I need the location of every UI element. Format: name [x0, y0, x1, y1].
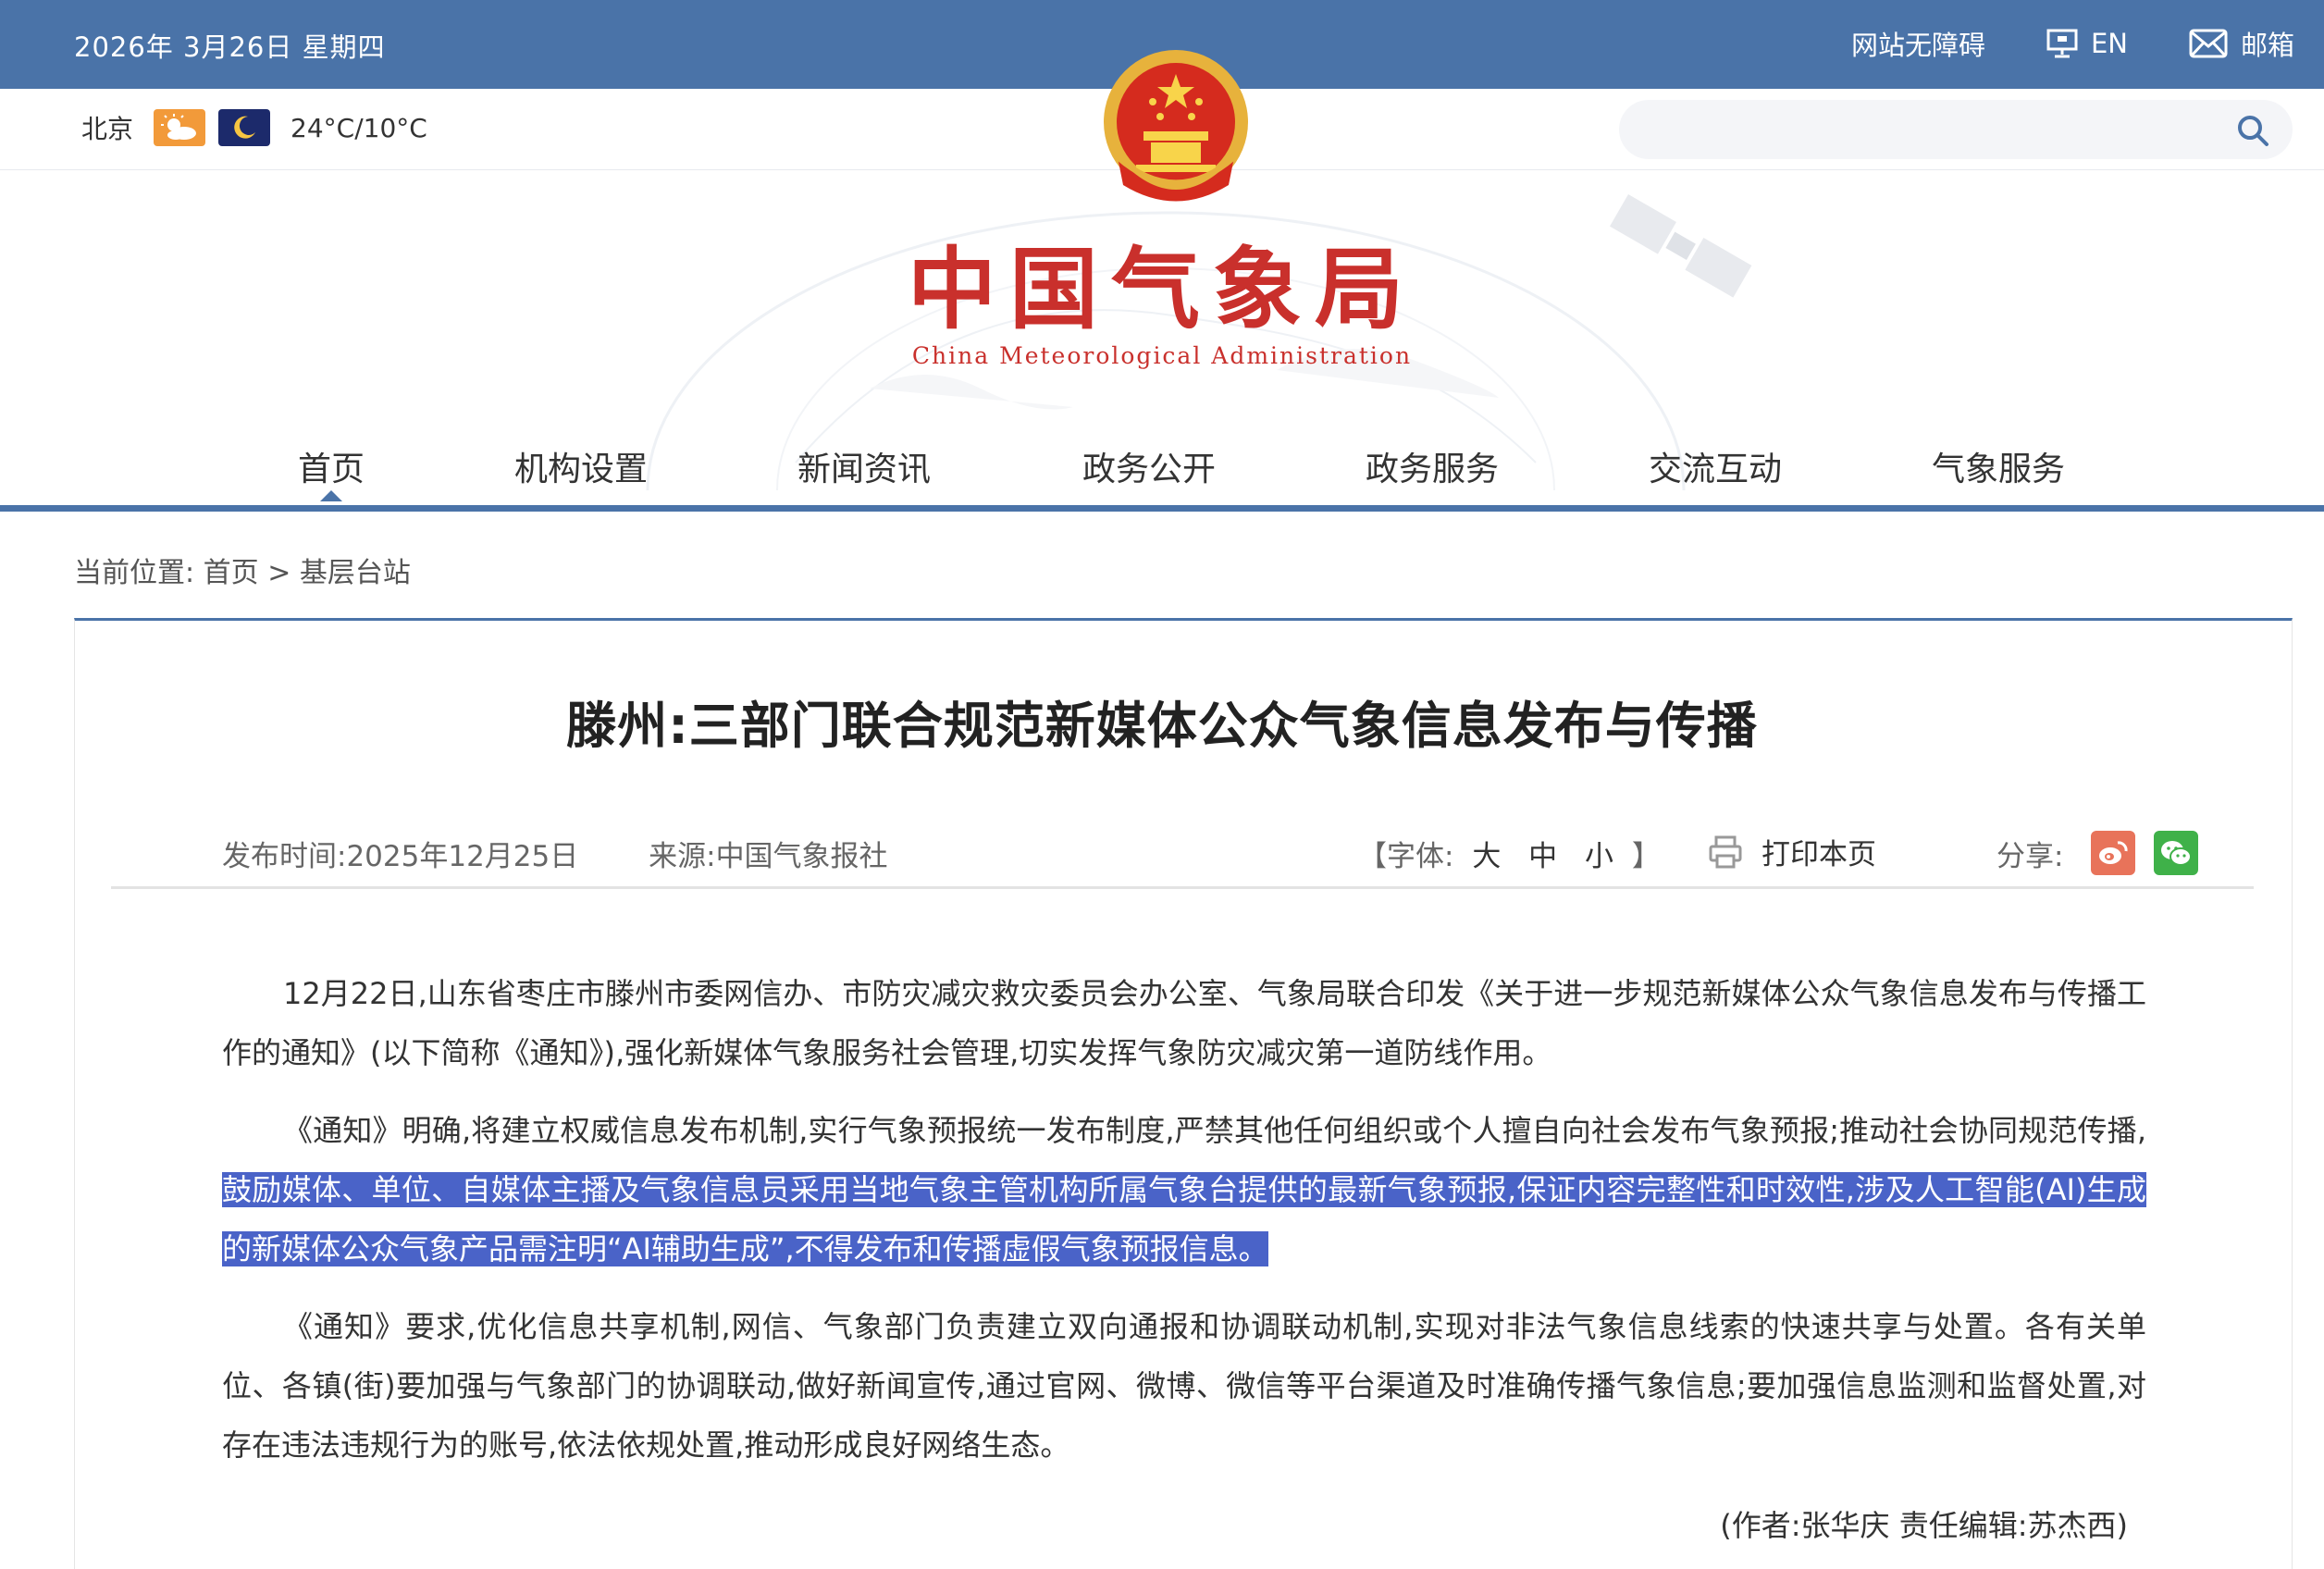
printer-icon [1709, 835, 1742, 868]
breadcrumb-current[interactable]: 基层台站 [300, 557, 411, 589]
breadcrumb-home[interactable]: 首页 [204, 557, 259, 589]
publish-label: 发布时间: [222, 840, 347, 873]
source-value: 中国气象报社 [715, 840, 888, 873]
accessibility-label: 网站无障碍 [1850, 30, 1985, 61]
breadcrumb: 当前位置: 首页 > 基层台站 [74, 550, 411, 590]
font-size-switcher: 【字体: 大 中 小 】 [1358, 833, 1661, 874]
nav-item-government-services[interactable]: 政务服务 [1366, 442, 1499, 490]
article-paragraph-2: 《通知》明确,将建立权威信息发布机制,实行气象预报统一发布制度,严禁其他任何组织… [222, 1101, 2146, 1279]
print-button[interactable]: 打印本页 [1708, 831, 1876, 872]
font-large-button[interactable]: 大 [1472, 840, 1501, 873]
nav-item-government-affairs[interactable]: 政务公开 [1082, 442, 1216, 490]
mail-link[interactable]: 邮箱 [2189, 24, 2294, 63]
article-title: 滕州:三部门联合规范新媒体公众气象信息发布与传播 [566, 697, 1758, 755]
brand-logo[interactable]: 中国气象局 China Meteorological Administratio… [0, 237, 2324, 370]
current-date: 2026年 3月26日 星期四 [74, 31, 386, 63]
article-paragraph-3: 《通知》要求,优化信息共享机制,网信、气象部门负责建立双向通报和协调联动机制,实… [222, 1309, 2146, 1463]
article-paragraph-1: 12月22日,山东省枣庄市滕州市委网信办、市防灾减灾救灾委员会办公室、气象局联合… [222, 976, 2146, 1070]
weibo-share-button[interactable] [2091, 831, 2136, 875]
publish-date: 2025年12月25日 [346, 840, 579, 873]
share-label: 分享: [1996, 839, 2064, 873]
search-input[interactable] [1647, 109, 2202, 150]
top-links: 网站无障碍 EN 邮箱 [1790, 24, 2294, 63]
weather-temperature: 24°C/10°C [290, 112, 427, 143]
print-label: 打印本页 [1762, 838, 1876, 871]
weibo-icon [2099, 841, 2128, 864]
monitor-icon [2046, 29, 2078, 58]
weather-city: 北京 [81, 114, 134, 144]
accessibility-link[interactable]: 网站无障碍 [1851, 24, 1985, 63]
mail-icon [2189, 29, 2228, 58]
partly-cloudy-icon [154, 109, 206, 146]
english-link[interactable]: EN [2046, 28, 2128, 59]
share-bar: 分享: [1996, 831, 2199, 875]
brand-name-en: China Meteorological Administration [911, 342, 1413, 369]
nav-item-news[interactable]: 新闻资讯 [797, 442, 931, 490]
nav-item-home[interactable]: 首页 [298, 442, 365, 490]
font-size-close: 】 [1631, 840, 1661, 873]
moon-icon [218, 109, 271, 146]
font-medium-button[interactable]: 中 [1528, 840, 1557, 873]
nav-item-weather-services[interactable]: 气象服务 [1932, 442, 2065, 490]
font-size-label: 【字体: [1358, 840, 1454, 873]
nav-underline [0, 505, 2324, 512]
nav-item-interaction[interactable]: 交流互动 [1649, 442, 1782, 490]
font-small-button[interactable]: 小 [1585, 840, 1613, 873]
breadcrumb-label: 当前位置: [74, 557, 195, 589]
weather-widget: 北京 24°C/10°C [81, 109, 427, 146]
mail-label: 邮箱 [2240, 30, 2294, 61]
breadcrumb-separator: > [267, 557, 291, 589]
main-nav: 首页 机构设置 新闻资讯 政务公开 政务服务 交流互动 气象服务 [0, 433, 2324, 507]
article-meta: 发布时间:2025年12月25日 来源:中国气象报社 [222, 833, 888, 874]
source-label: 来源: [649, 840, 716, 873]
meta-divider [111, 886, 2254, 889]
wechat-share-button[interactable] [2154, 831, 2199, 875]
english-label: EN [2090, 28, 2128, 59]
active-nav-indicator [320, 490, 342, 501]
selected-text: 鼓励媒体、单位、自媒体主播及气象信息员采用当地气象主管机构所属气象台提供的最新气… [222, 1172, 2146, 1266]
search-box [1619, 100, 2293, 159]
nav-item-organization[interactable]: 机构设置 [514, 442, 648, 490]
wechat-icon [2161, 841, 2193, 866]
article-author: (作者:张华庆 责任编辑:苏杰西) [1720, 1508, 2128, 1543]
search-icon[interactable] [2235, 113, 2270, 152]
brand-name-cn: 中国气象局 [908, 237, 1416, 341]
paragraph-2-text: 《通知》明确,将建立权威信息发布机制,实行气象预报统一发布制度,严禁其他任何组织… [283, 1113, 2146, 1148]
national-emblem-icon [1104, 50, 1248, 202]
